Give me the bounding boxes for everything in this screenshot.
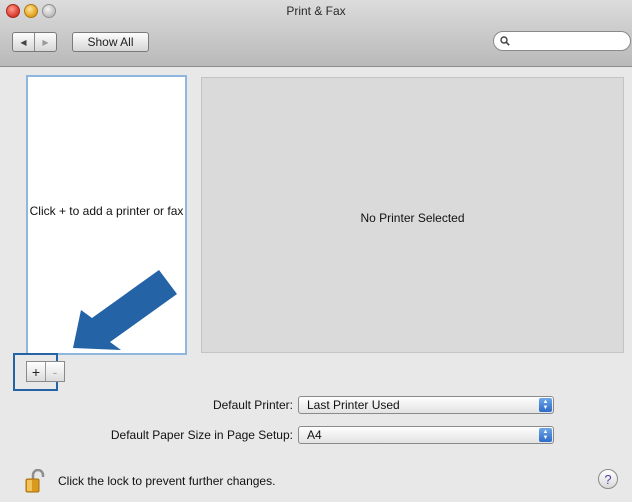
popup-arrows-icon: ▲ ▼	[539, 398, 552, 412]
paper-size-value: A4	[307, 428, 322, 442]
default-printer-label: Default Printer:	[212, 398, 293, 412]
add-printer-button[interactable]: +	[27, 362, 46, 381]
lock-status-text: Click the lock to prevent further change…	[58, 474, 276, 488]
paper-size-popup[interactable]: A4 ▲ ▼	[298, 426, 554, 444]
default-printer-popup[interactable]: Last Printer Used ▲ ▼	[298, 396, 554, 414]
help-button[interactable]: ?	[598, 469, 618, 489]
remove-printer-button[interactable]: -	[46, 362, 64, 381]
lock-icon[interactable]	[24, 469, 46, 493]
paper-size-label: Default Paper Size in Page Setup:	[110, 428, 293, 442]
print-fax-window: Print & Fax ◀ ▶ Show All Click + to add …	[0, 0, 632, 502]
default-printer-value: Last Printer Used	[307, 398, 400, 412]
add-remove-control: + -	[26, 361, 65, 382]
popup-arrows-icon: ▲ ▼	[539, 428, 552, 442]
